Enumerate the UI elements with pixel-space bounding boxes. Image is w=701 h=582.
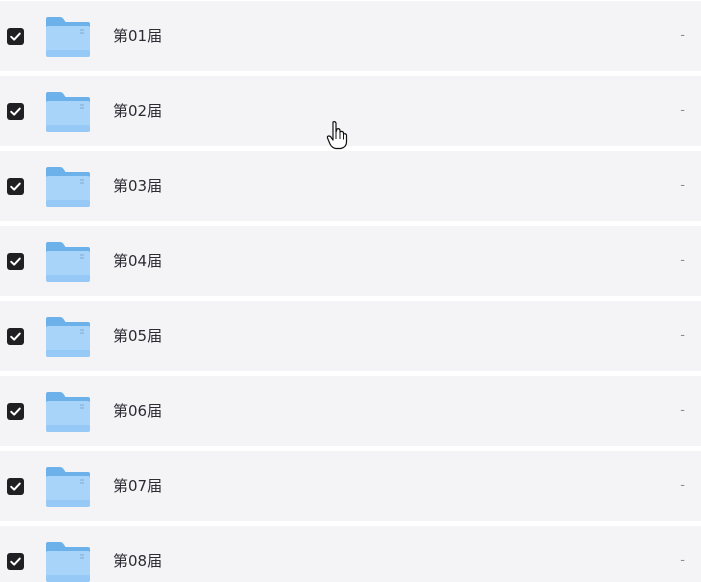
list-item[interactable]: 第01届 -: [0, 1, 701, 71]
list-item[interactable]: 第06届 -: [0, 376, 701, 446]
folder-icon: [45, 316, 91, 358]
checkmark-icon: [10, 557, 21, 566]
checkbox[interactable]: [7, 103, 24, 120]
file-list: 第01届 - 第02届 - 第03届 - 第04届 - 第05届 - 第06届 …: [0, 0, 701, 582]
folder-icon: [45, 166, 91, 208]
checkmark-icon: [10, 182, 21, 191]
folder-size: -: [680, 328, 685, 343]
checkbox[interactable]: [7, 178, 24, 195]
list-item[interactable]: 第05届 -: [0, 301, 701, 371]
folder-name: 第07届: [113, 477, 163, 495]
checkbox[interactable]: [7, 253, 24, 270]
folder-name: 第04届: [113, 252, 163, 270]
checkmark-icon: [10, 482, 21, 491]
folder-size: -: [680, 178, 685, 193]
folder-size: -: [680, 103, 685, 118]
checkmark-icon: [10, 332, 21, 341]
checkmark-icon: [10, 407, 21, 416]
checkbox[interactable]: [7, 478, 24, 495]
list-item[interactable]: 第04届 -: [0, 226, 701, 296]
list-item[interactable]: 第07届 -: [0, 451, 701, 521]
folder-icon: [45, 241, 91, 283]
list-item[interactable]: 第02届 -: [0, 76, 701, 146]
folder-size: -: [680, 403, 685, 418]
checkbox[interactable]: [7, 328, 24, 345]
folder-name: 第06届: [113, 402, 163, 420]
folder-size: -: [680, 28, 685, 43]
checkbox[interactable]: [7, 403, 24, 420]
checkbox[interactable]: [7, 553, 24, 570]
folder-icon: [45, 391, 91, 433]
folder-size: -: [680, 253, 685, 268]
checkbox[interactable]: [7, 28, 24, 45]
checkmark-icon: [10, 107, 21, 116]
folder-size: -: [680, 553, 685, 568]
folder-icon: [45, 16, 91, 58]
folder-name: 第01届: [113, 27, 163, 45]
list-item[interactable]: 第08届 -: [0, 526, 701, 582]
folder-name: 第08届: [113, 552, 163, 570]
folder-icon: [45, 466, 91, 508]
folder-name: 第02届: [113, 102, 163, 120]
list-item[interactable]: 第03届 -: [0, 151, 701, 221]
folder-size: -: [680, 478, 685, 493]
folder-name: 第05届: [113, 327, 163, 345]
checkmark-icon: [10, 257, 21, 266]
folder-name: 第03届: [113, 177, 163, 195]
folder-icon: [45, 91, 91, 133]
folder-icon: [45, 541, 91, 582]
checkmark-icon: [10, 32, 21, 41]
